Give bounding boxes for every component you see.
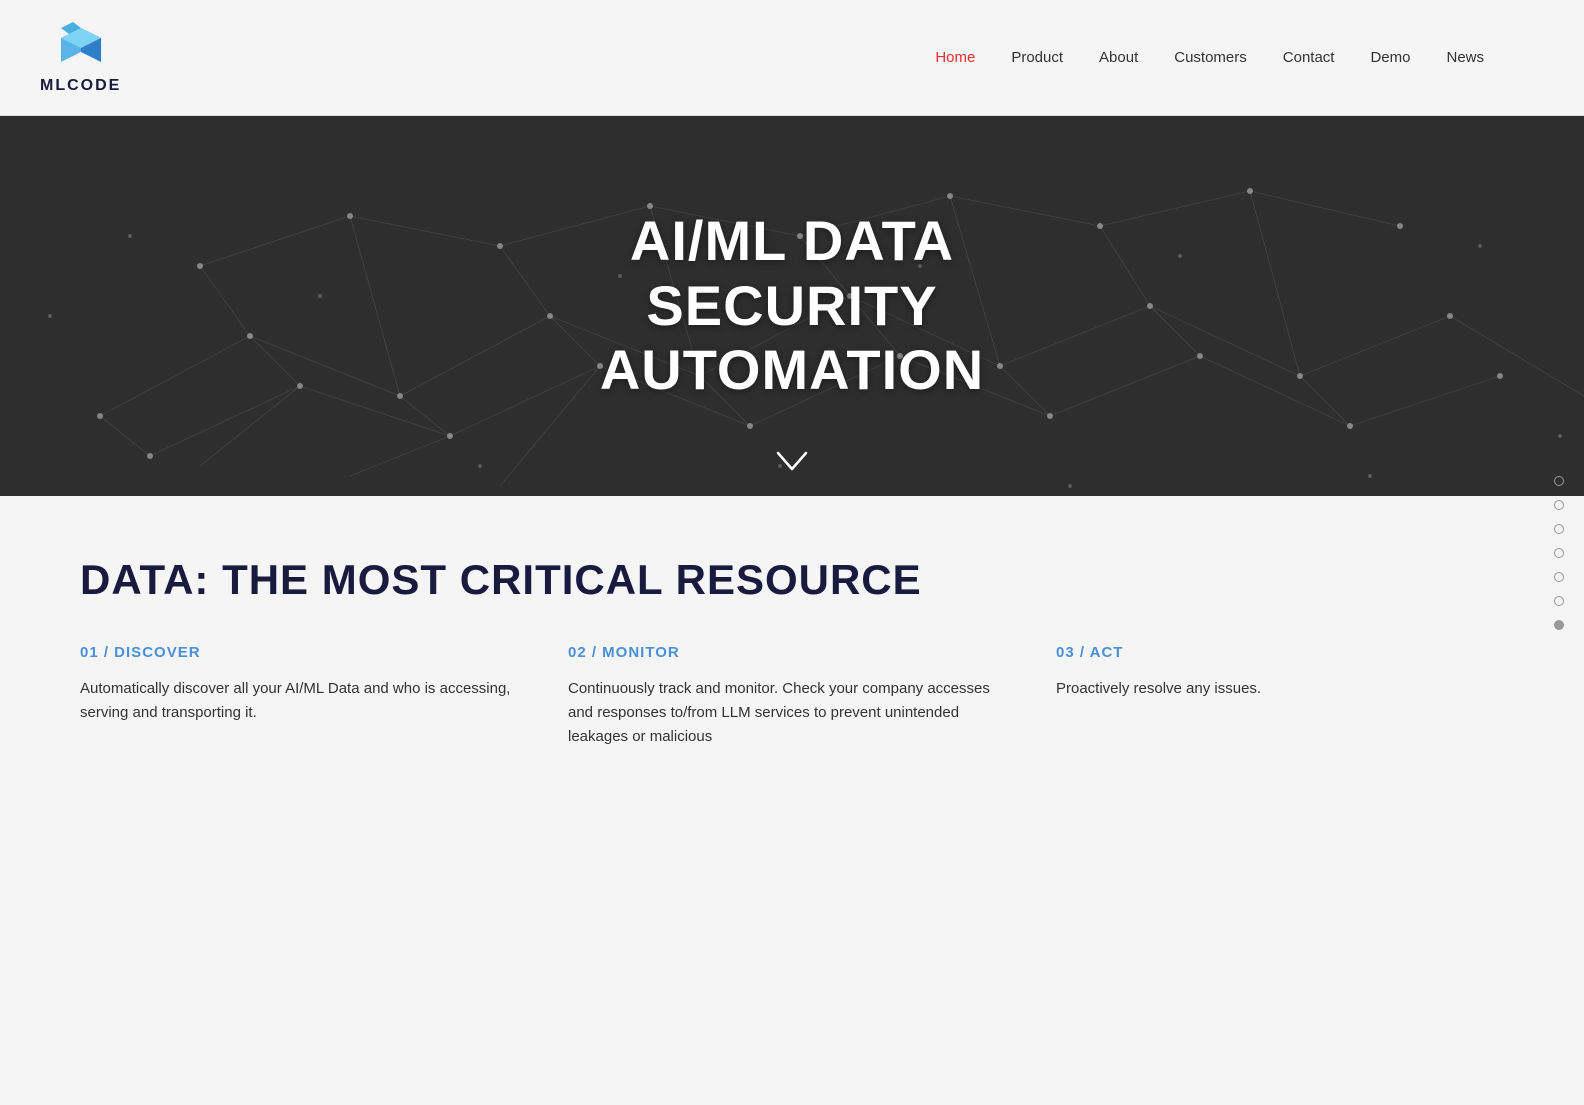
logo[interactable]: MLCODE [40,20,121,95]
slide-dot-5[interactable] [1554,572,1564,582]
nav-demo[interactable]: Demo [1370,49,1410,66]
main-nav: Home Product About Customers Contact Dem… [935,49,1484,66]
nav-customers[interactable]: Customers [1174,49,1247,66]
feature-1-body: Automatically discover all your AI/ML Da… [80,677,528,725]
slide-dot-4[interactable] [1554,548,1564,558]
slide-indicators [1554,476,1564,630]
logo-icon [51,20,111,75]
hero-title: AI/ML DATA SECURITY AUTOMATION [600,209,984,402]
feature-monitor: 02 / MONITOR Continuously track and moni… [568,644,1016,749]
slide-dot-3[interactable] [1554,524,1564,534]
slide-dot-1[interactable] [1554,476,1564,486]
hero-content: AI/ML DATA SECURITY AUTOMATION [600,209,984,402]
site-header: MLCODE Home Product About Customers Cont… [0,0,1584,116]
slide-dot-2[interactable] [1554,500,1564,510]
hero-section: AI/ML DATA SECURITY AUTOMATION [0,116,1584,496]
nav-product[interactable]: Product [1011,49,1063,66]
slide-dot-7[interactable] [1554,620,1564,630]
feature-2-body: Continuously track and monitor. Check yo… [568,677,1016,749]
scroll-down-chevron[interactable] [776,446,808,478]
feature-3-number: 03 / ACT [1056,644,1504,661]
feature-2-number: 02 / MONITOR [568,644,1016,661]
feature-discover: 01 / DISCOVER Automatically discover all… [80,644,528,749]
main-content: DATA: THE MOST CRITICAL RESOURCE 01 / DI… [0,496,1584,789]
section-title: DATA: THE MOST CRITICAL RESOURCE [80,556,1504,604]
feature-3-body: Proactively resolve any issues. [1056,677,1504,701]
nav-home[interactable]: Home [935,49,975,66]
slide-dot-6[interactable] [1554,596,1564,606]
logo-text: MLCODE [40,77,121,95]
nav-news[interactable]: News [1446,49,1484,66]
feature-1-number: 01 / DISCOVER [80,644,528,661]
nav-about[interactable]: About [1099,49,1138,66]
nav-contact[interactable]: Contact [1283,49,1335,66]
features-grid: 01 / DISCOVER Automatically discover all… [80,644,1504,749]
feature-act: 03 / ACT Proactively resolve any issues. [1056,644,1504,749]
